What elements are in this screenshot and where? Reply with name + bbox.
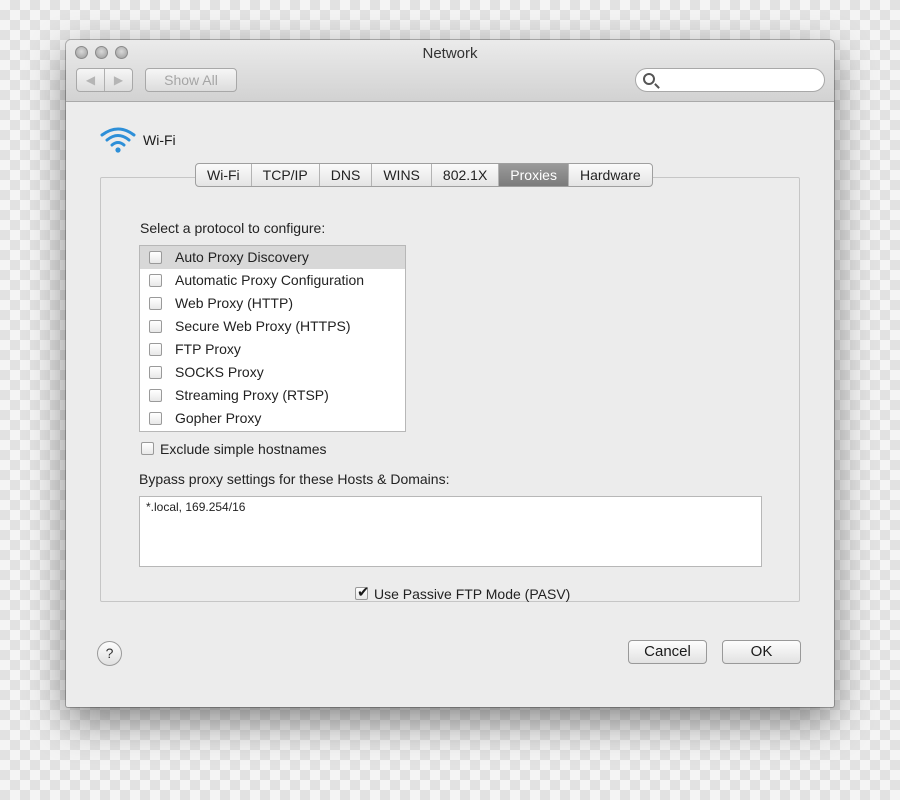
window-title: Network <box>422 45 478 62</box>
search-input[interactable] <box>635 68 825 92</box>
back-forward-control: ◀ ▶ <box>76 68 133 92</box>
tab-proxies[interactable]: Proxies <box>499 164 569 186</box>
list-item[interactable]: Web Proxy (HTTP) <box>140 292 405 315</box>
protocol-label: Gopher Proxy <box>175 410 262 426</box>
list-item[interactable]: Automatic Proxy Configuration <box>140 269 405 292</box>
exclude-simple-hostnames-checkbox[interactable] <box>141 442 154 455</box>
select-protocol-label: Select a protocol to configure: <box>140 220 326 236</box>
ok-button[interactable]: OK <box>722 640 801 664</box>
chevron-left-icon[interactable]: ◀ <box>77 69 105 91</box>
title-bar: Network ◀ ▶ Show All <box>66 40 834 102</box>
protocol-label: FTP Proxy <box>175 341 241 357</box>
help-button[interactable]: ? <box>97 641 122 666</box>
protocol-checkbox[interactable] <box>149 366 162 379</box>
tab-wifi[interactable]: Wi-Fi <box>196 164 252 186</box>
tab-bar: Wi-Fi TCP/IP DNS WINS 802.1X Proxies Har… <box>195 163 653 187</box>
protocol-checkbox[interactable] <box>149 412 162 425</box>
wifi-icon <box>100 127 136 153</box>
checkmark-icon: ✔ <box>357 584 370 601</box>
cancel-button[interactable]: Cancel <box>628 640 707 664</box>
tab-8021x[interactable]: 802.1X <box>432 164 500 186</box>
network-window: Network ◀ ▶ Show All Wi-Fi Wi-Fi TCP/IP … <box>66 40 834 707</box>
protocol-label: SOCKS Proxy <box>175 364 264 380</box>
exclude-simple-hostnames-label: Exclude simple hostnames <box>160 441 327 457</box>
protocol-label: Secure Web Proxy (HTTPS) <box>175 318 351 334</box>
list-item[interactable]: Auto Proxy Discovery <box>140 246 405 269</box>
list-item[interactable]: FTP Proxy <box>140 338 405 361</box>
protocol-label: Automatic Proxy Configuration <box>175 272 365 288</box>
protocol-label: Auto Proxy Discovery <box>175 249 309 265</box>
list-item[interactable]: Streaming Proxy (RTSP) <box>140 384 405 407</box>
tab-wins[interactable]: WINS <box>372 164 432 186</box>
protocol-label: Web Proxy (HTTP) <box>175 295 293 311</box>
chevron-right-icon[interactable]: ▶ <box>105 69 132 91</box>
protocol-checkbox[interactable] <box>149 320 162 333</box>
protocol-list: Auto Proxy Discovery Automatic Proxy Con… <box>139 245 406 432</box>
list-item[interactable]: Secure Web Proxy (HTTPS) <box>140 315 405 338</box>
list-item[interactable]: SOCKS Proxy <box>140 361 405 384</box>
protocol-checkbox[interactable] <box>149 251 162 264</box>
bypass-hosts-field[interactable]: *.local, 169.254/16 <box>139 496 762 567</box>
protocol-checkbox[interactable] <box>149 297 162 310</box>
tab-dns[interactable]: DNS <box>320 164 373 186</box>
protocol-label: Streaming Proxy (RTSP) <box>175 387 329 403</box>
passive-ftp-checkbox[interactable]: ✔ <box>355 584 370 601</box>
show-all-button[interactable]: Show All <box>145 68 237 92</box>
passive-ftp-label: Use Passive FTP Mode (PASV) <box>374 586 571 602</box>
protocol-checkbox[interactable] <box>149 389 162 402</box>
tab-hardware[interactable]: Hardware <box>569 164 652 186</box>
list-item[interactable]: Gopher Proxy <box>140 407 405 430</box>
tab-tcpip[interactable]: TCP/IP <box>252 164 320 186</box>
bypass-label: Bypass proxy settings for these Hosts & … <box>139 471 450 487</box>
protocol-checkbox[interactable] <box>149 274 162 287</box>
search-icon <box>643 73 655 85</box>
interface-name: Wi-Fi <box>143 132 176 148</box>
protocol-checkbox[interactable] <box>149 343 162 356</box>
